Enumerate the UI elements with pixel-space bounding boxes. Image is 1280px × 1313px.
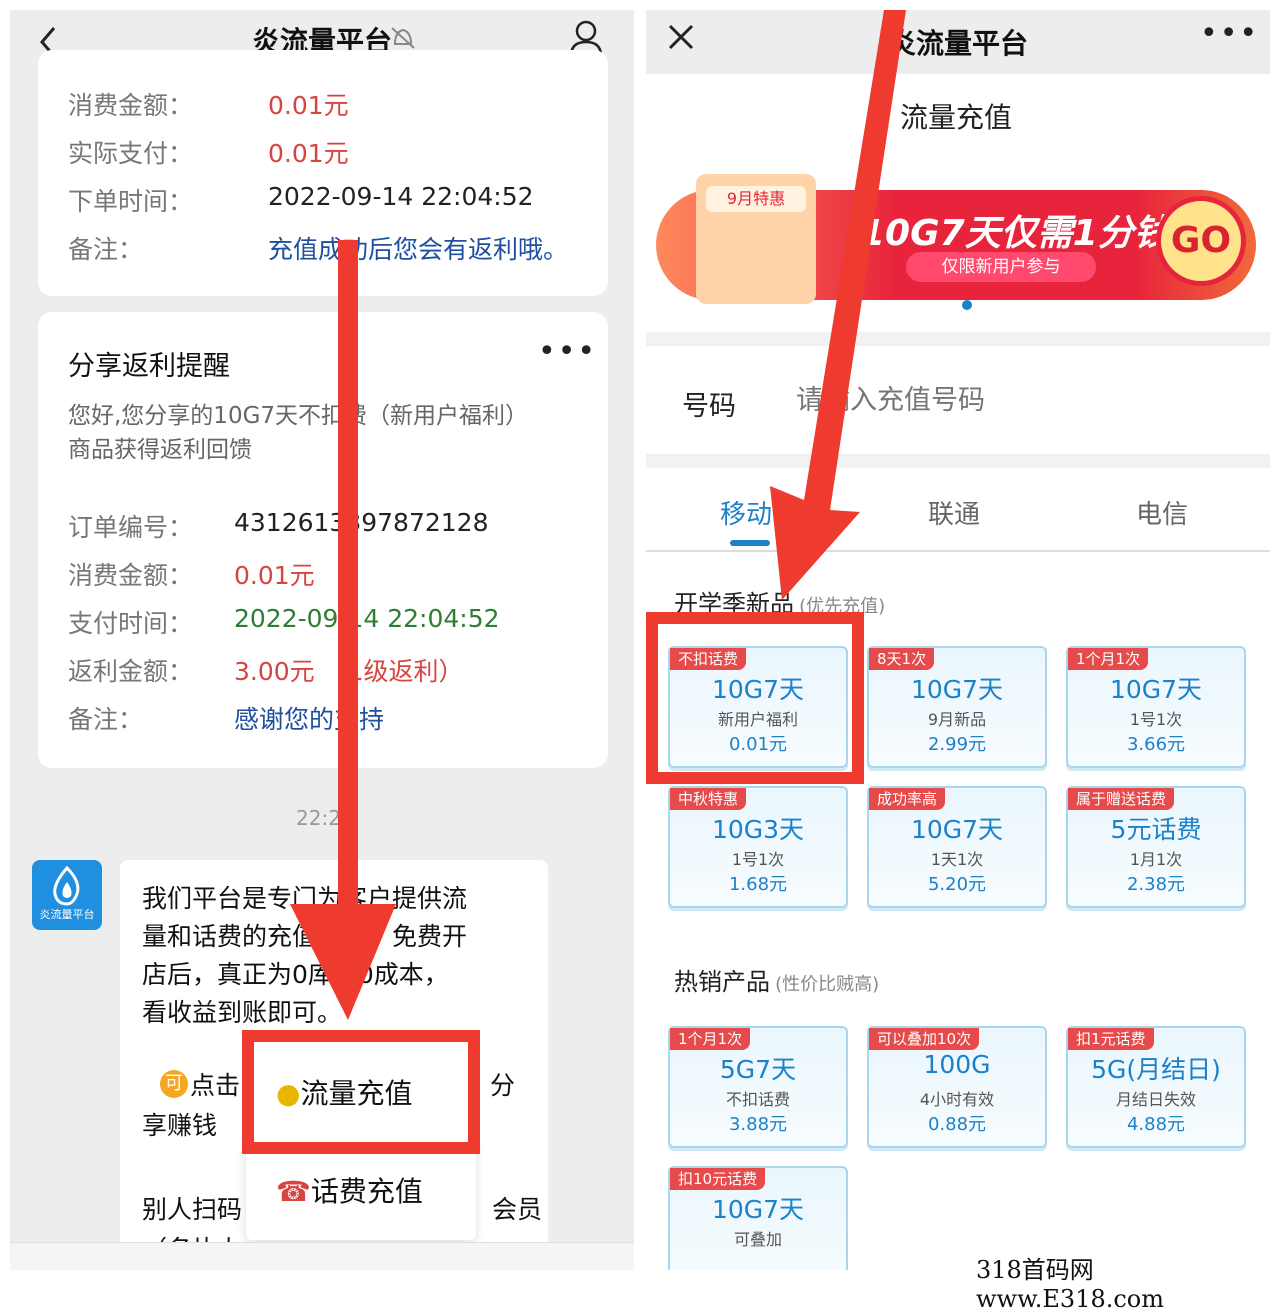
arrow-down-right: [770, 10, 906, 600]
annotation-arrows: [290, 10, 906, 1020]
arrow-down-left: [290, 240, 396, 1020]
watermark: 318首码网 www.E318.com: [976, 1250, 1280, 1313]
